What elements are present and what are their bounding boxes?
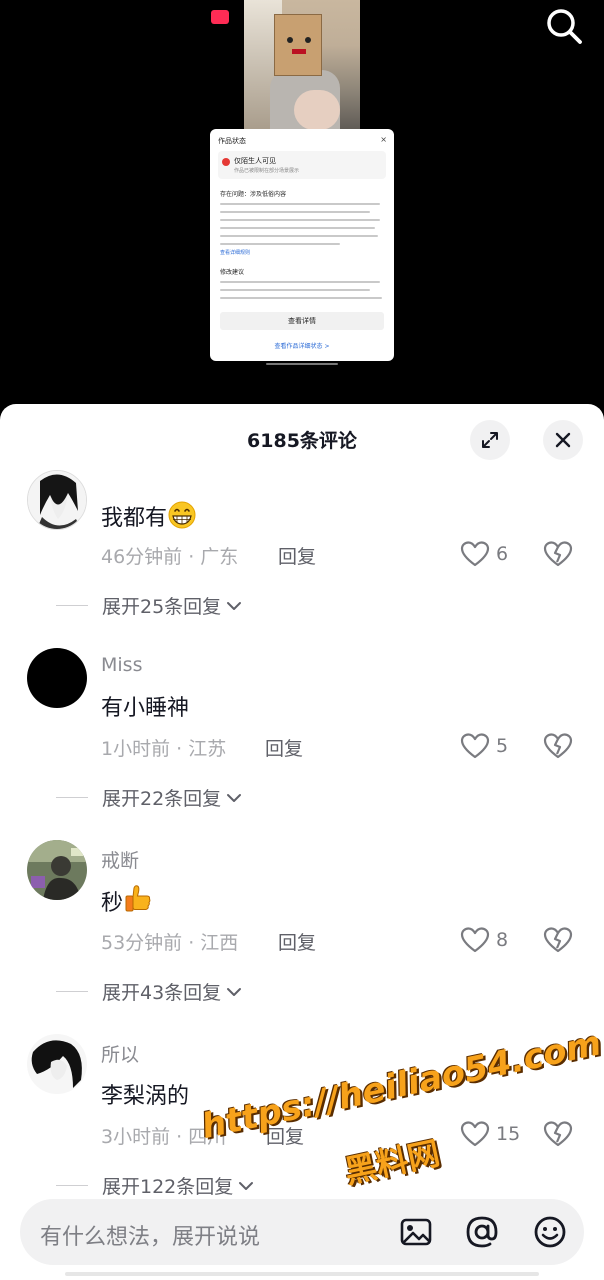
reply-button[interactable]: 回复 [278,542,316,569]
comment-username[interactable]: 所以 [101,1040,139,1067]
chevron-down-icon [227,987,242,996]
screen: 作品状态 × 仅陌生人可见 作品已被限制在部分场景展示 存在问题：涉及低俗内容 … [0,0,604,1280]
like-count: 8 [496,929,509,951]
comment-sheet: 6185条评论 我都有 46分钟前 · 广东 回复 6 展开25条回复 Miss [0,404,604,1280]
home-indicator [65,1272,539,1276]
comment-meta: 46分钟前 · 广东 [101,546,239,568]
mention-icon[interactable] [464,1214,500,1250]
avatar[interactable] [27,840,87,900]
comment-text: 我都有 [101,500,197,532]
chevron-down-icon [227,601,242,610]
comment-meta: 1小时前 · 江苏 [101,738,227,760]
comment-meta: 53分钟前 · 江西 [101,932,239,954]
broken-heart-icon[interactable] [543,1120,573,1148]
video-thumbnail[interactable] [244,0,360,130]
emoji-icon[interactable] [532,1214,568,1250]
video-player[interactable]: 作品状态 × 仅陌生人可见 作品已被限制在部分场景展示 存在问题：涉及低俗内容 … [0,0,604,410]
like-button[interactable]: 6 [460,540,508,568]
thumbnail-paper-bag [274,14,322,76]
view-status-link[interactable]: 查看作品详细状态 > [210,341,394,350]
expand-replies-button[interactable]: 展开22条回复 [56,784,243,811]
like-count: 5 [496,735,509,757]
chevron-down-icon [239,1181,254,1190]
close-sheet-button[interactable] [543,420,583,460]
broken-heart-icon[interactable] [543,732,573,760]
close-icon[interactable]: × [380,135,387,144]
heart-icon [460,1121,490,1147]
comment-username[interactable]: 戒断 [101,846,139,873]
status-card-title: 作品状态 [218,137,246,145]
comment-count-title: 6185条评论 [247,430,357,452]
heart-icon [460,541,490,567]
status-warning: 仅陌生人可见 作品已被限制在部分场景展示 [218,151,386,179]
comment-username[interactable]: Miss [101,654,142,676]
close-icon [555,432,571,448]
broken-heart-icon[interactable] [543,926,573,954]
comment-text: 秒 [101,884,153,917]
expand-replies-button[interactable]: 展开25条回复 [56,592,243,619]
avatar[interactable] [27,470,87,530]
warning-title: 仅陌生人可见 [234,157,276,165]
search-icon[interactable] [544,6,584,46]
suggest-heading: 修改建议 [220,269,245,276]
like-count: 6 [496,543,509,565]
like-button[interactable]: 15 [460,1120,520,1148]
image-icon[interactable] [398,1214,434,1250]
issue-rules-link[interactable]: 查看详细规则 [220,249,250,256]
like-button[interactable]: 5 [460,732,508,760]
expand-replies-button[interactable]: 展开122条回复 [56,1172,255,1199]
like-button[interactable]: 8 [460,926,508,954]
warning-desc: 作品已被限制在部分场景展示 [234,168,300,174]
avatar[interactable] [27,648,87,708]
expand-replies-button[interactable]: 展开43条回复 [56,978,243,1005]
comment-text: 李梨涡的 [101,1084,190,1109]
reply-button[interactable]: 回复 [278,928,316,955]
work-status-card: 作品状态 × 仅陌生人可见 作品已被限制在部分场景展示 存在问题：涉及低俗内容 … [210,129,394,361]
broken-heart-icon[interactable] [543,540,573,568]
thumbnail-leg [294,90,340,130]
video-progress-bar[interactable] [266,363,338,365]
like-count: 15 [496,1123,521,1145]
issue-heading: 存在问题：涉及低俗内容 [220,191,287,198]
thumbs-up-icon [125,885,151,912]
view-details-button[interactable]: 查看详情 [220,312,384,330]
heart-icon [460,733,490,759]
heart-icon [460,927,490,953]
warning-icon [222,158,230,166]
expand-fullscreen-button[interactable] [470,420,510,460]
chevron-down-icon [227,793,242,802]
comment-input-placeholder[interactable]: 有什么想法，展开说说 [40,1219,260,1251]
grin-icon [168,501,196,529]
avatar[interactable] [27,1034,87,1094]
live-badge-icon [211,10,229,24]
expand-icon [482,432,498,448]
comment-input-bar[interactable]: 有什么想法，展开说说 [20,1199,584,1265]
reply-button[interactable]: 回复 [265,734,303,761]
comment-text: 有小睡神 [101,696,190,721]
